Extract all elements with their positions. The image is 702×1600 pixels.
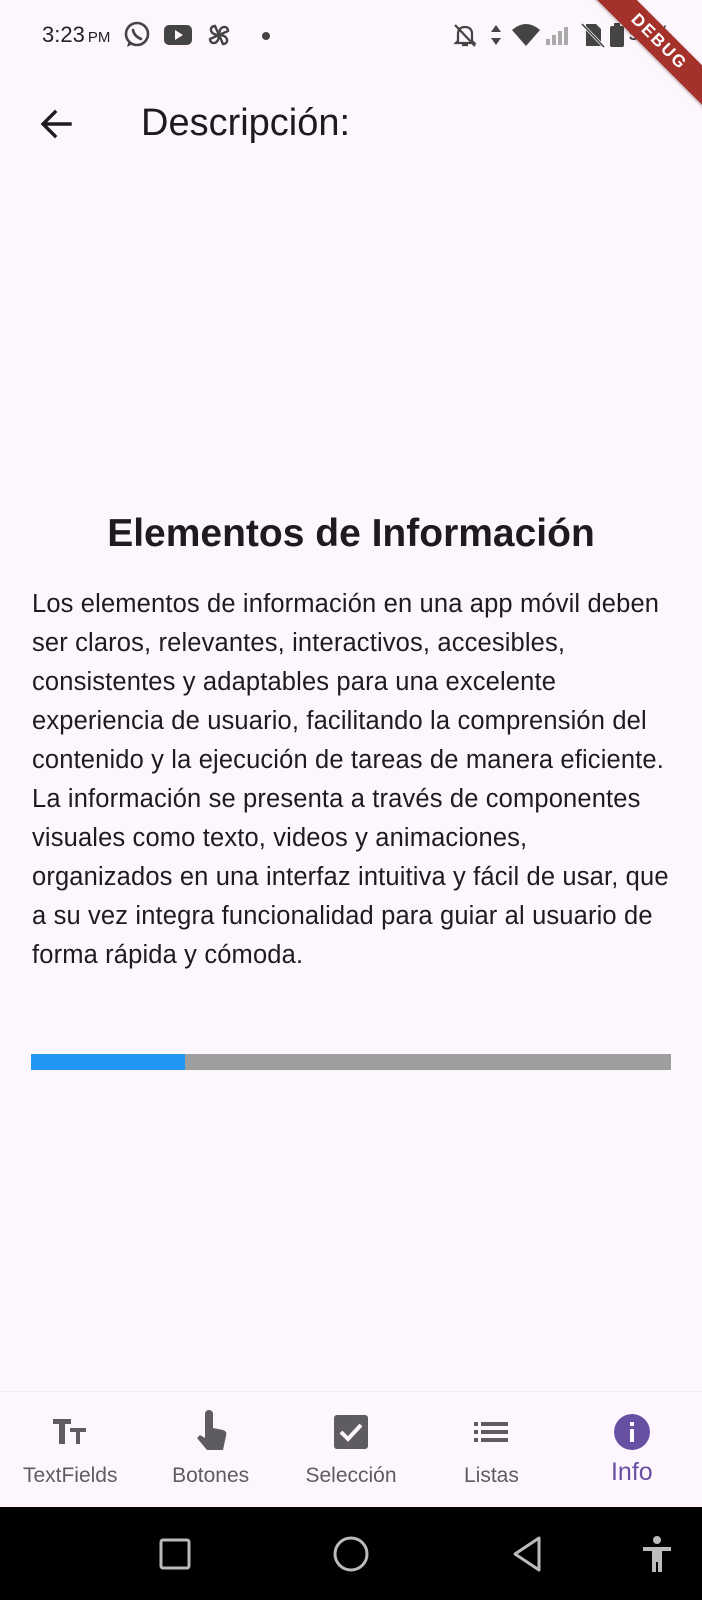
back-icon <box>513 1536 541 1571</box>
text-fields-icon <box>50 1412 90 1452</box>
nav-item-info[interactable]: Info <box>562 1392 702 1507</box>
data-arrows-icon <box>486 20 506 50</box>
list-icon <box>471 1412 511 1452</box>
status-ampm: PM <box>87 29 111 46</box>
home-button[interactable] <box>311 1507 391 1600</box>
recents-button[interactable] <box>135 1507 215 1600</box>
status-bar: 3:23PM 98% <box>0 0 702 74</box>
status-time: 3:23 PM <box>42 22 110 48</box>
whatsapp-icon <box>122 20 152 50</box>
progress-fill <box>31 1054 185 1070</box>
nav-item-listas[interactable]: Listas <box>421 1392 561 1507</box>
checkbox-icon <box>331 1412 371 1452</box>
system-back-button[interactable] <box>487 1507 567 1600</box>
progress-bar <box>31 1054 671 1070</box>
accessibility-icon <box>643 1535 671 1572</box>
page-title: Descripción: <box>141 102 351 144</box>
notification-dot <box>262 32 270 40</box>
arrow-back-icon <box>40 109 72 139</box>
home-icon <box>333 1536 369 1571</box>
recents-icon <box>159 1538 191 1569</box>
notifications-off-icon <box>450 20 480 50</box>
app-bar: Descripción: <box>0 74 702 184</box>
touch-icon <box>191 1410 231 1452</box>
info-icon <box>612 1412 652 1452</box>
youtube-icon <box>162 20 192 50</box>
content-title: Elementos de Información <box>107 512 595 555</box>
signal-icon <box>544 20 574 50</box>
nav-item-botones[interactable]: Botones <box>140 1392 280 1507</box>
no-sim-icon <box>578 20 608 50</box>
bottom-nav: TextFields Botones Selección Listas Info <box>0 1391 702 1507</box>
wifi-icon <box>510 20 540 50</box>
system-nav <box>0 1507 702 1600</box>
nav-label: Botones <box>172 1464 250 1487</box>
nav-label: Selección <box>305 1464 397 1487</box>
status-time-value: 3:23 <box>42 22 85 47</box>
nav-label: Info <box>610 1458 653 1486</box>
screen: 3:23PM 98% DEBUG <box>0 0 702 1600</box>
nav-item-seleccion[interactable]: Selección <box>281 1392 421 1507</box>
nav-label: TextFields <box>22 1464 118 1487</box>
nav-label: Listas <box>463 1464 519 1487</box>
accessibility-button[interactable] <box>617 1507 697 1600</box>
back-button[interactable] <box>28 96 84 152</box>
nav-item-textfields[interactable]: TextFields <box>0 1392 140 1507</box>
content-body: Los elementos de información en una app … <box>32 590 669 969</box>
pinwheel-icon <box>204 20 234 50</box>
